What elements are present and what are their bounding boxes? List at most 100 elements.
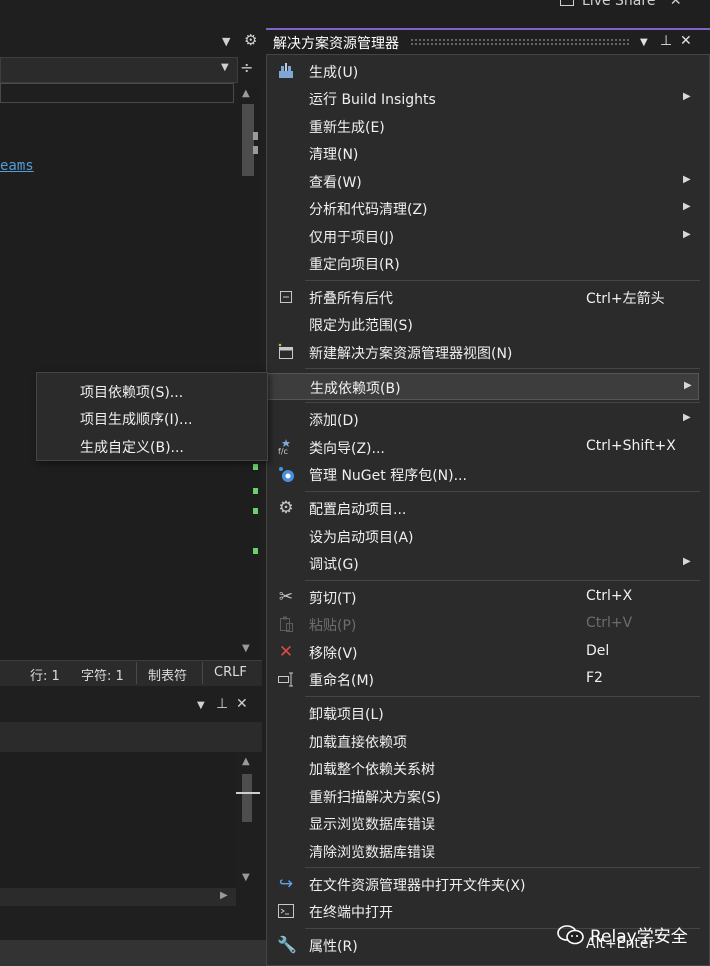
live-share-icon — [560, 0, 574, 6]
close-icon[interactable]: ✕ — [236, 696, 248, 712]
scrollbar-thumb[interactable] — [242, 104, 254, 176]
menu-item-build-insights[interactable]: 运行 Build Insights ▶ — [267, 85, 699, 112]
menu-item-label: 重命名(M) — [309, 673, 375, 689]
submenu-arrow-icon: ▶ — [683, 174, 691, 185]
menu-item-project-only[interactable]: 仅用于项目(J) ▶ — [267, 223, 699, 250]
submenu-arrow-icon: ▶ — [683, 412, 691, 423]
menu-item-open-terminal[interactable]: 在终端中打开 — [267, 898, 699, 925]
menu-item-label: 在终端中打开 — [309, 905, 393, 921]
change-marker — [253, 464, 258, 470]
scroll-down-icon[interactable]: ▼ — [242, 643, 250, 654]
menu-item-cut[interactable]: ✂ 剪切(T) Ctrl+X — [267, 584, 699, 611]
menu-item-label: 运行 Build Insights — [309, 92, 436, 108]
live-share-label: Live Share — [582, 0, 656, 9]
menu-item-analyze[interactable]: 分析和代码清理(Z) ▶ — [267, 195, 699, 222]
menu-item-remove[interactable]: ✕ 移除(V) Del — [267, 639, 699, 666]
scroll-down-icon[interactable]: ▼ — [242, 872, 250, 883]
submenu-arrow-icon: ▶ — [683, 91, 691, 102]
menu-item-shortcut: Ctrl+Shift+X — [586, 438, 676, 454]
build-icon — [277, 62, 295, 80]
chevron-down-icon[interactable]: ▼ — [197, 700, 205, 711]
menu-item-new-view[interactable]: 新建解决方案资源管理器视图(N) — [267, 339, 699, 366]
menu-item-clean[interactable]: 清理(N) — [267, 140, 699, 167]
nuget-icon — [277, 465, 295, 483]
scrollbar-thumb[interactable] — [242, 774, 252, 822]
pin-icon[interactable]: ⊥ — [216, 696, 228, 712]
watermark-text: Relay学安全 — [590, 927, 688, 947]
menu-item-rebuild[interactable]: 重新生成(E) — [267, 113, 699, 140]
close-icon[interactable]: ✕ — [670, 0, 682, 9]
scroll-up-icon[interactable]: ▲ — [242, 756, 250, 767]
menu-item-nuget[interactable]: 管理 NuGet 程序包(N)... — [267, 461, 699, 488]
menu-item-clear-db-errors[interactable]: 清除浏览数据库错误 — [267, 838, 699, 865]
live-share-button[interactable]: Live Share ✕ — [560, 0, 682, 9]
scroll-right-icon[interactable]: ▶ — [220, 890, 228, 901]
status-tabs[interactable]: 制表符 — [148, 665, 187, 684]
chevron-down-icon[interactable]: ▼ — [640, 37, 648, 48]
menu-item-label: 限定为此范围(S) — [309, 318, 413, 334]
menu-item-label: 分析和代码清理(Z) — [309, 202, 428, 218]
menu-item-retarget[interactable]: 重定向项目(R) — [267, 250, 699, 277]
menu-item-label: 配置启动项目... — [309, 502, 407, 518]
menu-item-open-folder[interactable]: ↪ 在文件资源管理器中打开文件夹(X) — [267, 871, 699, 898]
navigation-bar-secondary[interactable] — [0, 83, 234, 103]
menu-item-label: 仅用于项目(J) — [309, 230, 395, 246]
menu-item-add[interactable]: 添加(D) ▶ — [267, 406, 699, 433]
menu-item-label: 加载整个依赖关系树 — [309, 762, 435, 778]
menu-item-label: 类向导(Z)... — [309, 441, 385, 457]
menu-item-load-tree[interactable]: 加载整个依赖关系树 — [267, 755, 699, 782]
menu-item-build-dependencies[interactable]: 生成依赖项(B) ▶ — [267, 373, 699, 400]
menu-item-shortcut: Ctrl+X — [586, 588, 633, 604]
menu-item-debug[interactable]: 调试(G) ▶ — [267, 550, 699, 577]
menu-separator — [305, 867, 700, 868]
submenu-arrow-icon: ▶ — [683, 229, 691, 240]
menu-item-scope[interactable]: 限定为此范围(S) — [267, 311, 699, 338]
navigation-dropdown[interactable] — [0, 57, 238, 83]
submenu-item-build-customizations[interactable]: 生成自定义(B)... — [80, 437, 184, 457]
gear-icon[interactable]: ⚙ — [244, 31, 257, 49]
menu-item-label: 清除浏览数据库错误 — [309, 845, 435, 861]
split-editor-icon[interactable]: ÷ — [240, 58, 253, 77]
drag-grip[interactable] — [410, 38, 630, 46]
scroll-up-icon[interactable]: ▲ — [242, 88, 250, 99]
horizontal-scrollbar[interactable] — [0, 888, 236, 906]
menu-item-rescan[interactable]: 重新扫描解决方案(S) — [267, 783, 699, 810]
menu-item-label: 设为启动项目(A) — [309, 530, 414, 546]
menu-item-label: 清理(N) — [309, 147, 359, 163]
close-icon[interactable]: ✕ — [680, 33, 692, 49]
menu-item-shortcut: Del — [586, 643, 610, 659]
menu-item-load-direct[interactable]: 加载直接依赖项 — [267, 728, 699, 755]
menu-item-show-db-errors[interactable]: 显示浏览数据库错误 — [267, 810, 699, 837]
status-line[interactable]: 行: 1 — [30, 665, 60, 684]
menu-separator — [305, 280, 700, 281]
remove-icon: ✕ — [278, 642, 294, 662]
menu-separator — [305, 580, 700, 581]
tab-list-dropdown-icon[interactable]: ▼ — [222, 35, 230, 48]
menu-item-label: 在文件资源管理器中打开文件夹(X) — [309, 878, 526, 894]
menu-item-set-startup[interactable]: 设为启动项目(A) — [267, 523, 699, 550]
submenu-item-build-order[interactable]: 项目生成顺序(I)... — [80, 409, 192, 429]
menu-item-label: 加载直接依赖项 — [309, 735, 407, 751]
menu-item-build[interactable]: 生成(U) — [267, 58, 699, 85]
menu-item-rename[interactable]: 重命名(M) F2 — [267, 666, 699, 693]
split-handle[interactable] — [236, 792, 260, 794]
menu-separator — [305, 696, 700, 697]
menu-item-label: 查看(W) — [309, 175, 362, 191]
menu-item-class-wizard[interactable]: f/c 类向导(Z)... Ctrl+Shift+X — [267, 434, 699, 461]
menu-item-configure-startup[interactable]: ⚙ 配置启动项目... — [267, 495, 699, 522]
submenu-item-project-dependencies[interactable]: 项目依赖项(S)... — [80, 382, 183, 402]
wechat-logo-icon — [556, 924, 586, 951]
status-eol[interactable]: CRLF — [214, 665, 247, 680]
code-link[interactable]: eams — [0, 158, 34, 174]
menu-item-collapse-all[interactable]: 折叠所有后代 Ctrl+左箭头 — [267, 284, 699, 311]
pin-icon[interactable]: ⊥ — [660, 33, 672, 49]
status-footer — [0, 940, 266, 966]
menu-item-view[interactable]: 查看(W) ▶ — [267, 168, 699, 195]
menu-item-unload[interactable]: 卸载项目(L) — [267, 700, 699, 727]
menu-item-shortcut: F2 — [586, 670, 603, 686]
menu-item-label: 粘贴(P) — [309, 618, 357, 634]
bottom-panel-content[interactable] — [0, 752, 236, 888]
chevron-down-icon[interactable]: ▼ — [221, 62, 229, 73]
status-char[interactable]: 字符: 1 — [81, 665, 124, 684]
scissors-icon: ✂ — [278, 587, 294, 607]
